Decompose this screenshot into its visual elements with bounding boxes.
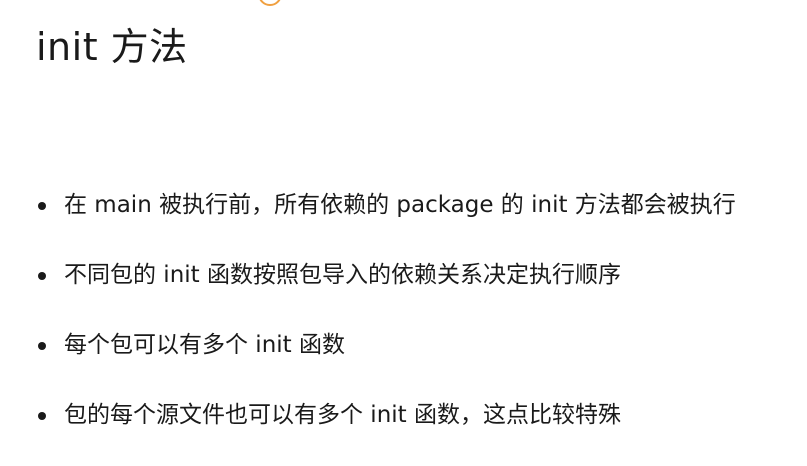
- bullet-text: 每个包可以有多个 init 函数: [64, 332, 345, 358]
- slide-title: init 方法: [36, 25, 188, 69]
- bullet-item: 每个包可以有多个 init 函数: [36, 326, 736, 396]
- bullet-text: 在 main 被执行前，所有依赖的 package 的 init 方法都会被执行: [64, 192, 736, 218]
- bullet-list: 在 main 被执行前，所有依赖的 package 的 init 方法都会被执行…: [36, 186, 736, 466]
- bullet-item: 在 main 被执行前，所有依赖的 package 的 init 方法都会被执行: [36, 186, 736, 256]
- bullet-text: 包的每个源文件也可以有多个 init 函数，这点比较特殊: [64, 402, 621, 428]
- bullet-dot-icon: [38, 412, 46, 420]
- bullet-text: 不同包的 init 函数按照包导入的依赖关系决定执行顺序: [64, 262, 621, 288]
- bullet-item: 不同包的 init 函数按照包导入的依赖关系决定执行顺序: [36, 256, 736, 326]
- bullet-dot-icon: [38, 342, 46, 350]
- slide: init 方法 在 main 被执行前，所有依赖的 package 的 init…: [0, 0, 807, 466]
- bullet-dot-icon: [38, 202, 46, 210]
- bullet-dot-icon: [38, 272, 46, 280]
- pointer-circle-icon: [258, 0, 282, 6]
- bullet-item: 包的每个源文件也可以有多个 init 函数，这点比较特殊: [36, 396, 736, 466]
